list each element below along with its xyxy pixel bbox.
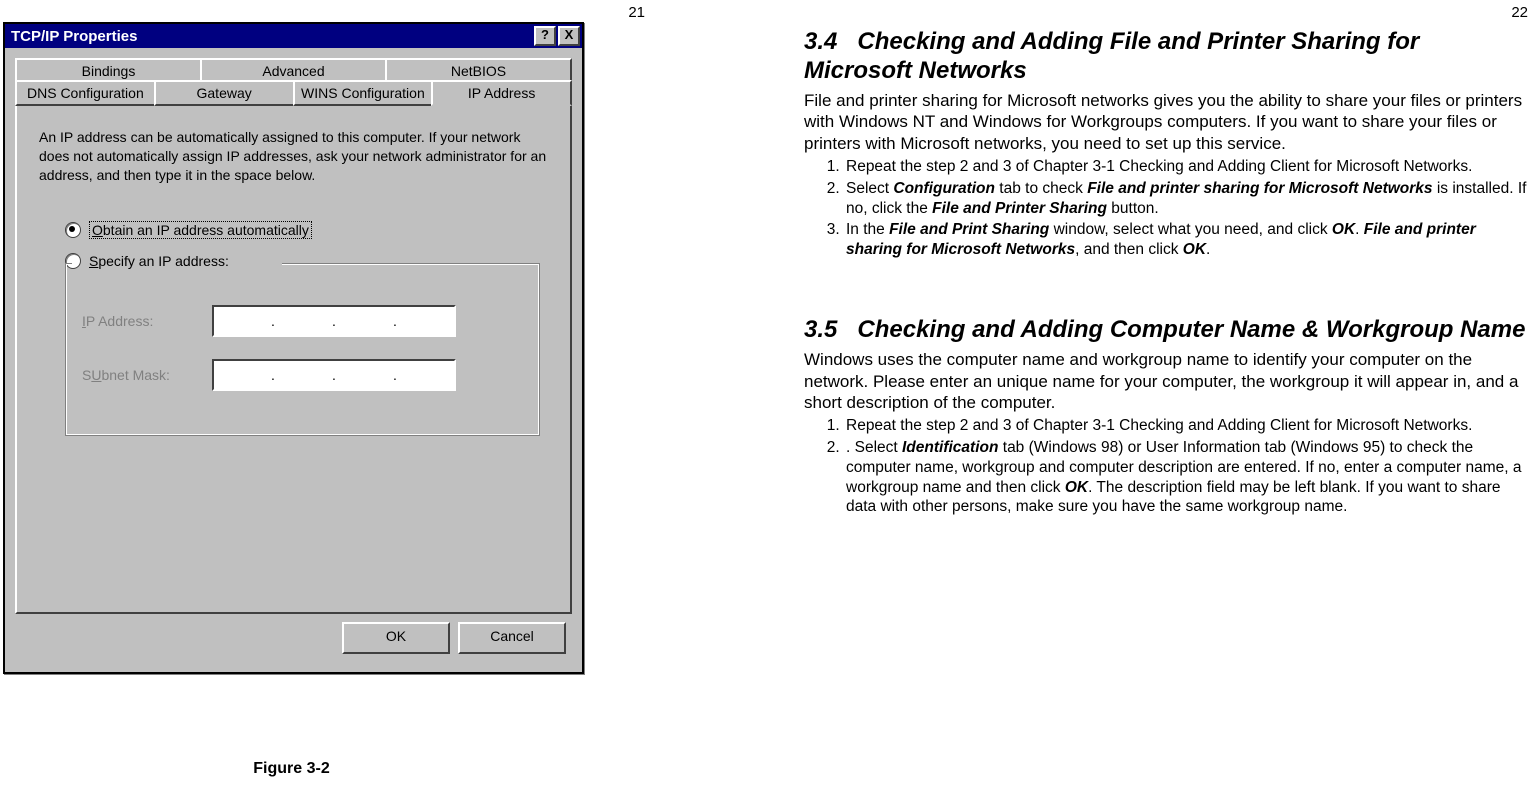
cancel-button[interactable]: Cancel: [458, 622, 566, 654]
ip-address-panel: An IP address can be automatically assig…: [15, 104, 572, 614]
dialog-title: TCP/IP Properties: [5, 28, 534, 45]
tab-dns-configuration[interactable]: DNS Configuration: [15, 80, 156, 106]
tab-advanced[interactable]: Advanced: [200, 58, 387, 82]
step-item: Repeat the step 2 and 3 of Chapter 3-1 C…: [844, 416, 1533, 436]
section-3-5-steps: Repeat the step 2 and 3 of Chapter 3-1 C…: [804, 416, 1533, 517]
ip-address-input[interactable]: . . .: [212, 305, 456, 337]
ip-address-label: IP Address:: [82, 313, 212, 329]
subnet-mask-input[interactable]: . . .: [212, 359, 456, 391]
tab-gateway[interactable]: Gateway: [154, 80, 295, 106]
step-item: In the File and Print Sharing window, se…: [844, 220, 1533, 260]
step-item: Repeat the step 2 and 3 of Chapter 3-1 C…: [844, 157, 1533, 177]
section-3-5-title: 3.5 Checking and Adding Computer Name & …: [804, 316, 1533, 345]
page-number: 21: [628, 4, 645, 21]
intro-text: An IP address can be automatically assig…: [39, 128, 548, 185]
section-3-4-steps: Repeat the step 2 and 3 of Chapter 3-1 C…: [804, 157, 1533, 260]
titlebar: TCP/IP Properties ? X: [5, 24, 582, 48]
tab-netbios[interactable]: NetBIOS: [385, 58, 572, 82]
ok-button[interactable]: OK: [342, 622, 450, 654]
section-3-5-body: Windows uses the computer name and workg…: [804, 349, 1533, 414]
step-item: . Select Identification tab (Windows 98)…: [844, 438, 1533, 517]
radio-obtain-auto[interactable]: [65, 222, 81, 238]
close-button[interactable]: X: [558, 26, 580, 46]
help-button[interactable]: ?: [534, 26, 556, 46]
specify-ip-group: IP Address: . . . SUbnet Mask: . .: [65, 263, 540, 436]
section-3-4-title: 3.4 Checking and Adding File and Printer…: [804, 28, 1533, 86]
tab-ip-address[interactable]: IP Address: [431, 80, 572, 106]
radio-obtain-auto-label: Obtain an IP address automatically: [89, 221, 312, 239]
subnet-mask-label: SUbnet Mask:: [82, 367, 212, 383]
step-item: Select Configuration tab to check File a…: [844, 179, 1533, 219]
tcpip-properties-dialog: TCP/IP Properties ? X Bindings Advanced …: [3, 22, 584, 674]
tab-wins-configuration[interactable]: WINS Configuration: [293, 80, 434, 106]
section-3-4-body: File and printer sharing for Microsoft n…: [804, 90, 1533, 155]
page-number: 22: [1511, 4, 1528, 21]
tab-bindings[interactable]: Bindings: [15, 58, 202, 82]
figure-caption: Figure 3-2: [0, 760, 583, 778]
